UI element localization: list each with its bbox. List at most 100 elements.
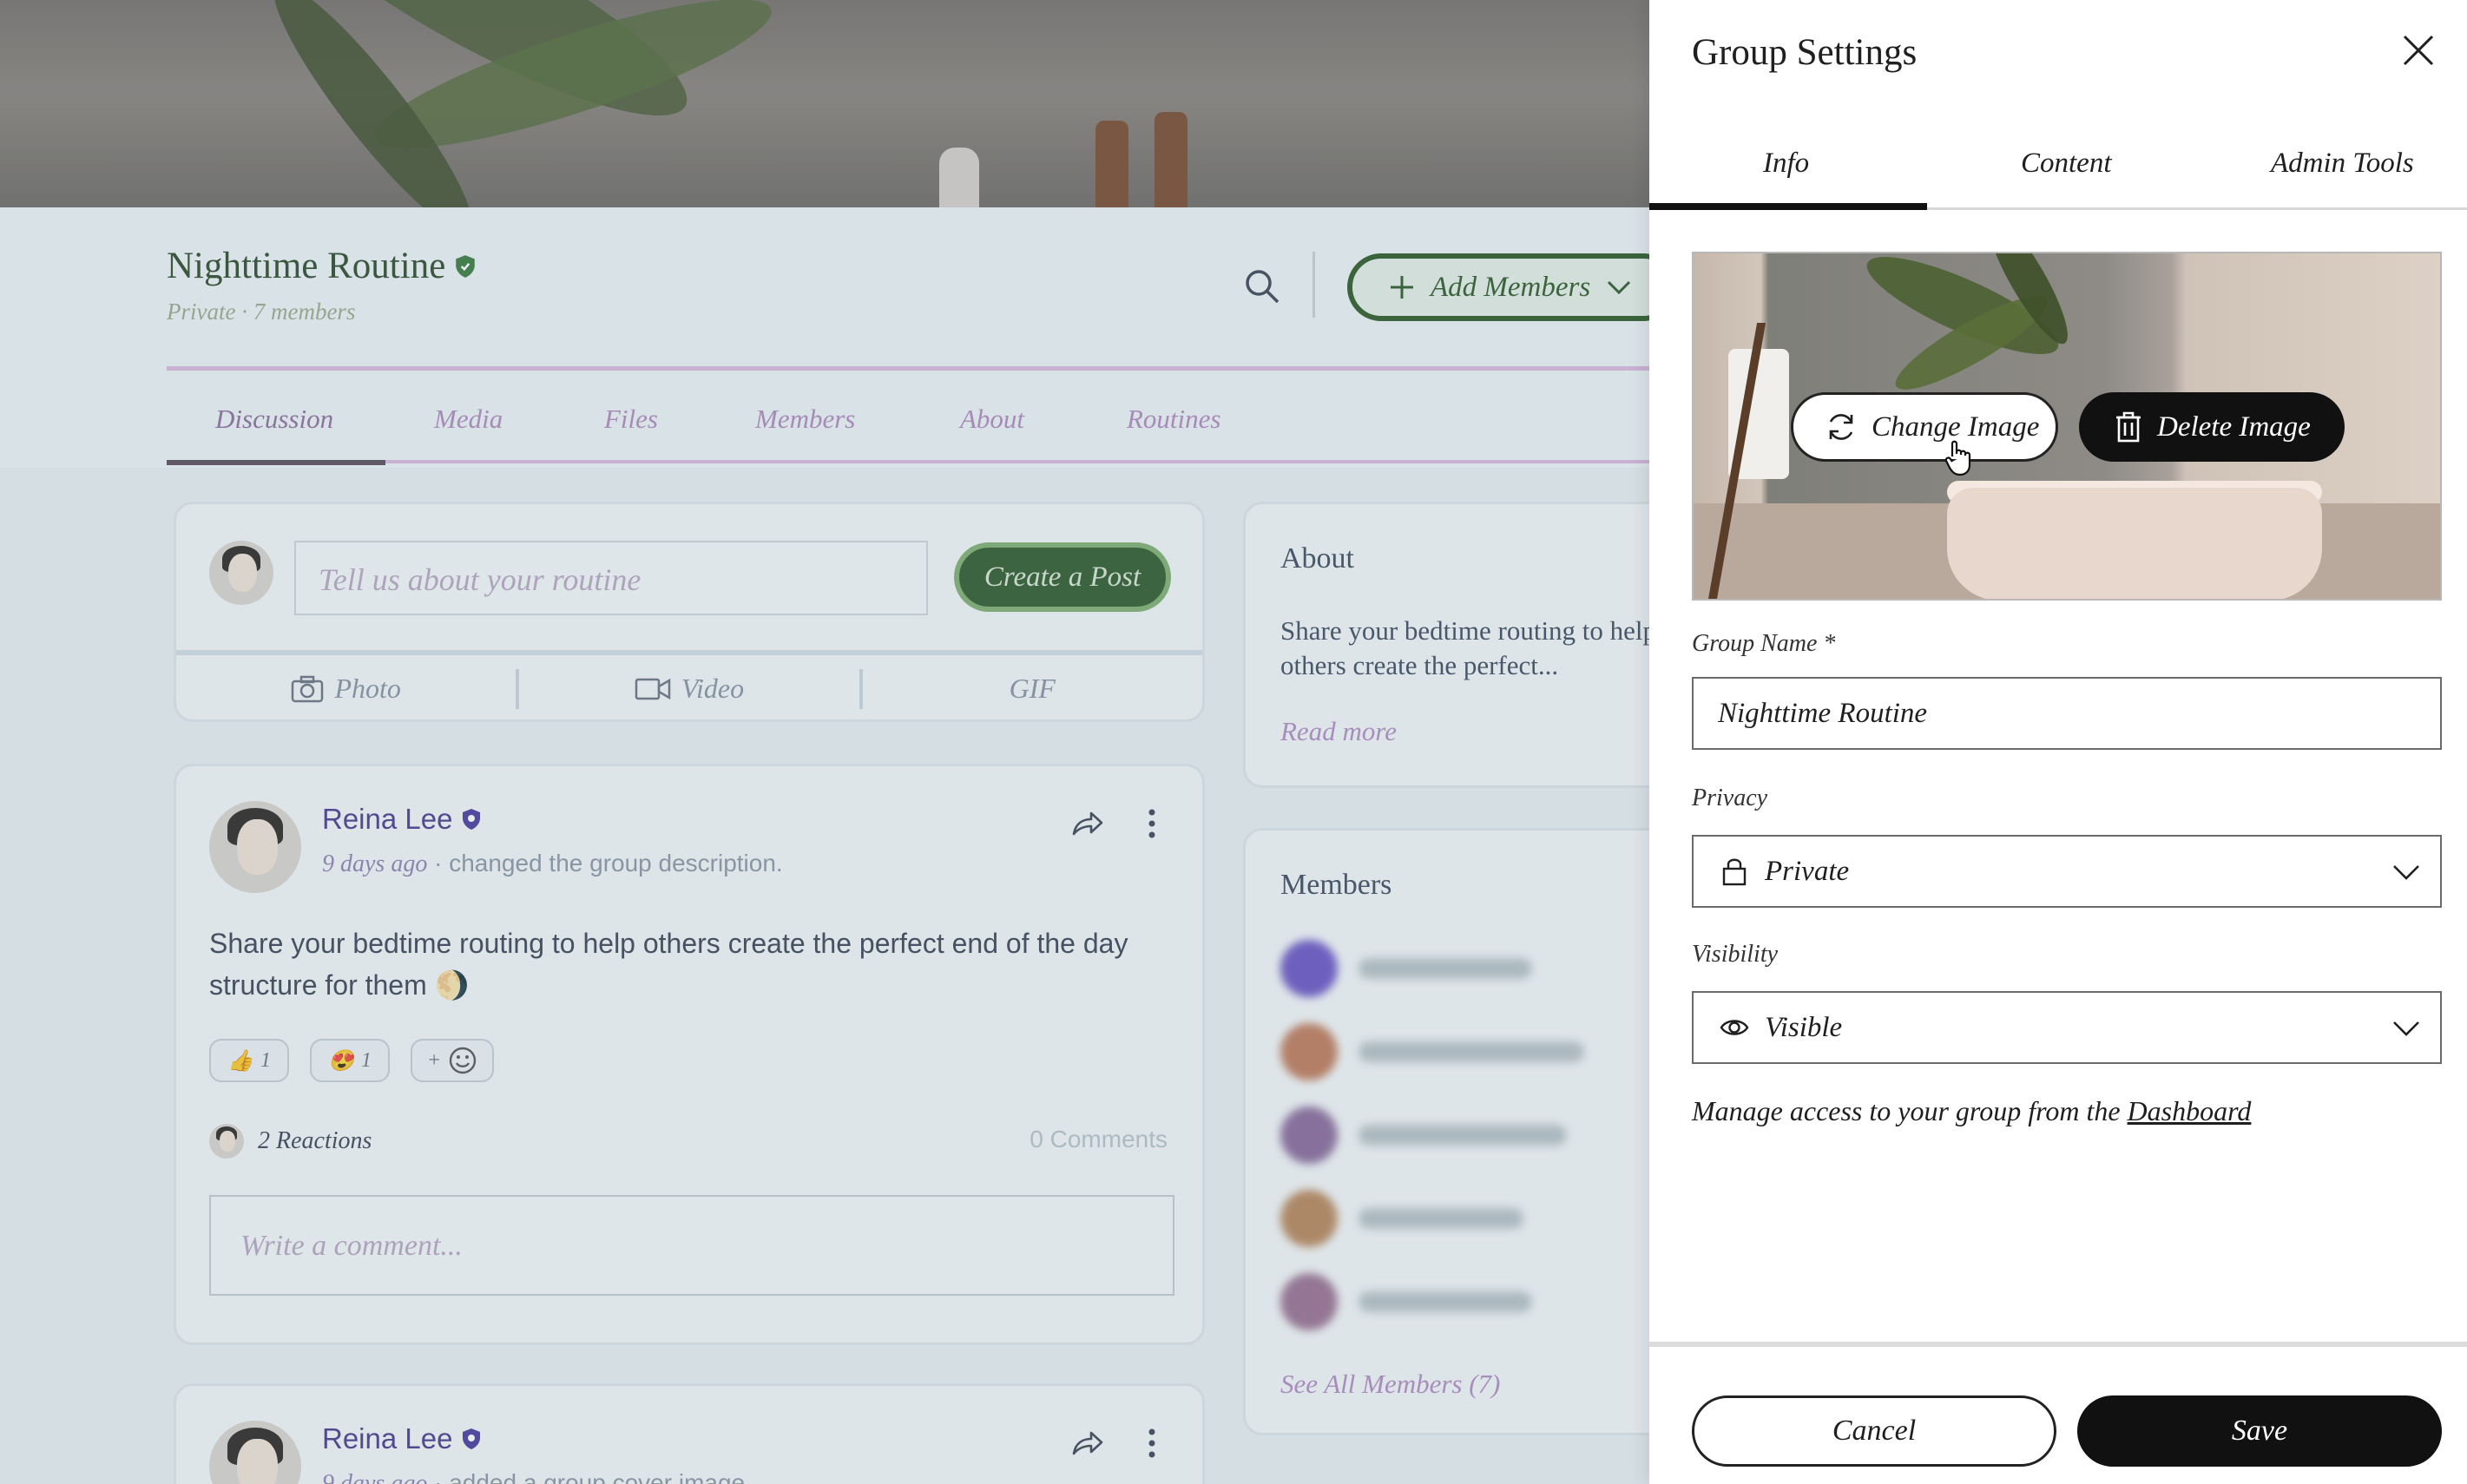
member-row[interactable] <box>1280 1273 1532 1330</box>
manage-access-text: Manage access to your group from the Das… <box>1692 1095 2251 1127</box>
reactor-avatar <box>209 1124 244 1159</box>
member-row[interactable] <box>1280 1106 1567 1164</box>
privacy-value: Private <box>1765 855 1850 887</box>
tab-members[interactable]: Members <box>755 404 855 435</box>
chevron-down-icon <box>2393 865 2419 880</box>
reactions-summary[interactable]: 2 Reactions <box>209 1124 372 1159</box>
comments-count[interactable]: 0 Comments <box>1030 1126 1168 1153</box>
reaction-heart-eyes[interactable]: 😍 1 <box>310 1039 390 1082</box>
reaction-count: 1 <box>360 1048 372 1072</box>
post-time[interactable]: 9 days ago <box>322 1470 427 1484</box>
video-button[interactable]: Video <box>519 673 859 705</box>
members-card: Members See All Members (7) <box>1243 828 1649 1435</box>
post-composer: Tell us about your routine Create a Post… <box>174 502 1205 722</box>
author-avatar[interactable] <box>209 801 301 893</box>
group-name-field[interactable]: Nighttime Routine <box>1692 677 2442 750</box>
read-more-link[interactable]: Read more <box>1280 716 1397 747</box>
tab-admin-tools[interactable]: Admin Tools <box>2271 148 2414 180</box>
author-avatar[interactable] <box>209 1421 301 1484</box>
tab-info[interactable]: Info <box>1763 148 1809 180</box>
tab-routines[interactable]: Routines <box>1127 404 1221 435</box>
post-card: Reina Lee 9 days ago · changed the group… <box>174 764 1205 1345</box>
more-options-icon[interactable] <box>1135 1426 1169 1461</box>
change-image-button[interactable]: Change Image <box>1791 392 2058 462</box>
lock-icon <box>1722 858 1747 886</box>
cancel-button[interactable]: Cancel <box>1692 1395 2056 1467</box>
tab-files[interactable]: Files <box>604 404 658 435</box>
photo-button[interactable]: Photo <box>176 673 516 705</box>
hand-cursor-icon <box>1944 440 1971 476</box>
about-text: Share your bedtime routing to help other… <box>1280 615 1649 680</box>
reaction-count: 1 <box>260 1048 271 1072</box>
close-icon[interactable] <box>2401 33 2436 68</box>
reaction-thumbs-up[interactable]: 👍 1 <box>209 1039 289 1082</box>
author-name[interactable]: Reina Lee <box>322 803 452 836</box>
post-meta: 9 days ago · added a group cover image. <box>322 1469 752 1484</box>
more-options-icon[interactable] <box>1135 806 1169 841</box>
composer-input[interactable]: Tell us about your routine <box>294 541 928 615</box>
add-reaction-plus: + <box>426 1048 442 1072</box>
member-row[interactable] <box>1280 940 1532 997</box>
composer-actions: Photo Video GIF <box>176 650 1202 722</box>
privacy-select[interactable]: Private <box>1692 835 2442 908</box>
delete-image-button[interactable]: Delete Image <box>2079 392 2345 462</box>
member-row[interactable] <box>1280 1023 1584 1080</box>
visibility-select[interactable]: Visible <box>1692 991 2442 1064</box>
admin-badge-icon <box>463 1428 481 1449</box>
member-row[interactable] <box>1280 1190 1523 1247</box>
change-image-label: Change Image <box>1872 410 2040 443</box>
chevron-down-icon <box>1608 280 1631 295</box>
active-tab-indicator <box>1649 203 1927 210</box>
dashboard-link[interactable]: Dashboard <box>2128 1095 2252 1126</box>
post-body: Share your bedtime routing to help other… <box>209 928 1128 1001</box>
tab-media[interactable]: Media <box>434 404 503 435</box>
post-author[interactable]: Reina Lee <box>322 1422 482 1455</box>
camera-icon <box>292 675 324 702</box>
group-cover-image <box>0 0 1649 207</box>
chevron-down-icon <box>2393 1021 2419 1036</box>
group-page: Nighttime Routine Private · 7 members Ad… <box>0 0 1649 1484</box>
gif-label: GIF <box>1009 673 1056 704</box>
manage-access-label: Manage access to your group from the <box>1692 1095 2128 1126</box>
divider <box>1312 252 1315 318</box>
shield-icon <box>456 254 476 278</box>
author-name[interactable]: Reina Lee <box>322 1422 452 1455</box>
panel-footer: Cancel Save <box>1649 1342 2467 1484</box>
cover-image-preview: Change Image Delete Image <box>1692 252 2442 601</box>
settings-tabs: Info Content Admin Tools <box>1649 130 2467 210</box>
comment-input[interactable]: Write a comment... <box>209 1195 1174 1296</box>
share-icon[interactable] <box>1070 1426 1105 1461</box>
tab-discussion[interactable]: Discussion <box>215 404 333 435</box>
post-time[interactable]: 9 days ago <box>322 850 427 877</box>
search-icon[interactable] <box>1243 267 1281 305</box>
visibility-label: Visibility <box>1692 941 1779 968</box>
reactions-count: 2 Reactions <box>258 1127 372 1154</box>
see-all-members-link[interactable]: See All Members (7) <box>1280 1369 1500 1400</box>
post-action: · changed the group description. <box>427 850 783 877</box>
add-members-button[interactable]: Add Members <box>1347 253 1649 321</box>
eye-icon <box>1720 1020 1749 1035</box>
share-icon[interactable] <box>1070 806 1105 841</box>
gif-button[interactable]: GIF <box>863 673 1202 705</box>
post-action: · added a group cover image. <box>427 1469 752 1484</box>
panel-title: Group Settings <box>1692 32 1918 73</box>
smiley-icon <box>449 1047 477 1074</box>
tab-about[interactable]: About <box>960 404 1024 435</box>
privacy-label: Privacy <box>1692 785 1768 811</box>
video-icon <box>635 678 671 699</box>
post-author[interactable]: Reina Lee <box>322 803 482 836</box>
photo-label: Photo <box>334 673 401 704</box>
save-button[interactable]: Save <box>2077 1395 2442 1467</box>
avatar <box>209 541 273 605</box>
group-tabs: Discussion Media Files Members About Rou… <box>167 366 1649 465</box>
delete-image-label: Delete Image <box>2157 410 2311 443</box>
visibility-value: Visible <box>1765 1011 1843 1043</box>
group-name-value: Nighttime Routine <box>1718 697 1928 729</box>
refresh-icon <box>1829 414 1853 440</box>
create-post-button[interactable]: Create a Post <box>954 542 1171 612</box>
group-name: Nighttime Routine <box>167 246 446 286</box>
add-reaction-button[interactable]: + <box>411 1039 494 1082</box>
plus-icon <box>1391 276 1413 299</box>
tab-content[interactable]: Content <box>2021 148 2112 180</box>
about-title: About <box>1280 542 1354 575</box>
